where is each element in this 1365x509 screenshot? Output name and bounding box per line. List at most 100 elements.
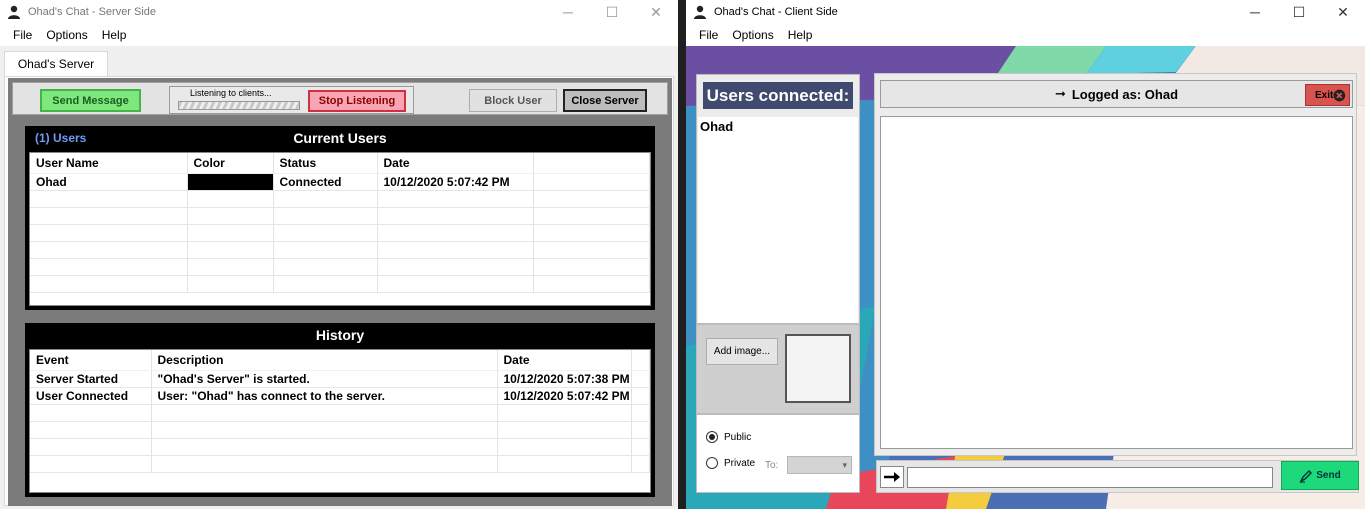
table-row-empty xyxy=(30,275,650,293)
image-preview xyxy=(785,334,851,403)
listening-label: Listening to clients... xyxy=(190,88,272,98)
col-filler xyxy=(533,153,650,174)
server-content: Send Message Listening to clients... Sto… xyxy=(8,78,672,506)
private-radio[interactable]: Private xyxy=(706,457,755,469)
menu-file[interactable]: File xyxy=(6,26,39,44)
history-header: History xyxy=(25,323,655,347)
window-title: Ohad's Chat - Server Side xyxy=(28,6,157,18)
minimize-icon[interactable]: ─ xyxy=(546,0,590,24)
col-event[interactable]: Event xyxy=(30,350,152,371)
add-image-button[interactable]: Add image... xyxy=(706,338,778,365)
current-users-header: (1) Users Current Users xyxy=(25,126,655,150)
user-color-cell xyxy=(187,173,274,191)
col-history-date[interactable]: Date xyxy=(497,350,632,371)
menu-file[interactable]: File xyxy=(692,26,725,44)
menu-help[interactable]: Help xyxy=(781,26,820,44)
users-header-row: User Name Color Status Date xyxy=(30,153,650,174)
close-circle-icon xyxy=(1333,89,1346,101)
listening-progress xyxy=(178,101,300,110)
col-date[interactable]: Date xyxy=(377,153,534,174)
current-users-section: (1) Users Current Users User Name Color … xyxy=(25,126,655,310)
exit-label: Exit xyxy=(1315,89,1334,101)
server-toolbar: Send Message Listening to clients... Sto… xyxy=(12,82,668,115)
tab-strip: Ohad's Server xyxy=(0,46,678,76)
description-cell: "Ohad's Server" is started. xyxy=(151,370,498,388)
block-user-button[interactable]: Block User xyxy=(469,89,557,112)
maximize-icon[interactable]: ☐ xyxy=(590,0,634,24)
users-connected-list[interactable]: Ohad xyxy=(698,117,858,323)
description-cell: User: "Ohad" has connect to the server. xyxy=(151,387,498,405)
user-icon xyxy=(6,4,22,20)
maximize-icon[interactable]: ☐ xyxy=(1277,0,1321,24)
server-titlebar: Ohad's Chat - Server Side ─ ☐ ✕ xyxy=(0,0,678,24)
logged-as-label: Logged as: Ohad xyxy=(1071,86,1179,102)
private-label: Private xyxy=(724,457,756,469)
server-menubar: File Options Help xyxy=(0,24,678,46)
chevron-down-icon: ▾ xyxy=(842,459,847,470)
table-row-empty xyxy=(30,438,650,456)
server-window: Ohad's Chat - Server Side ─ ☐ ✕ File Opt… xyxy=(0,0,678,509)
arrow-right-icon: ➞ xyxy=(1054,86,1066,101)
table-row-empty xyxy=(30,258,650,276)
history-date-cell: 10/12/2020 5:07:38 PM xyxy=(497,370,632,388)
public-label: Public xyxy=(724,431,752,443)
exit-button[interactable]: Exit xyxy=(1305,84,1350,106)
table-row-empty xyxy=(30,207,650,225)
users-count: (1) Users xyxy=(35,131,87,145)
send-message-button[interactable]: Send Message xyxy=(40,89,141,112)
recipient-select[interactable]: ▾ xyxy=(787,456,852,474)
table-row[interactable]: Server Started "Ohad's Server" is starte… xyxy=(30,370,650,388)
table-row[interactable]: Ohad Connected 10/12/2020 5:07:42 PM xyxy=(30,173,650,191)
col-user-name[interactable]: User Name xyxy=(30,153,188,174)
col-description[interactable]: Description xyxy=(151,350,498,371)
users-connected-panel: Users connected: Ohad xyxy=(696,74,860,324)
user-date-cell: 10/12/2020 5:07:42 PM xyxy=(377,173,534,191)
send-button[interactable]: Send xyxy=(1281,461,1359,490)
message-input[interactable] xyxy=(907,467,1273,488)
client-menubar: File Options Help xyxy=(686,24,1365,46)
send-label: Send xyxy=(1316,470,1341,481)
close-icon[interactable]: ✕ xyxy=(1321,0,1365,24)
stop-listening-button[interactable]: Stop Listening xyxy=(308,90,406,112)
close-icon[interactable]: ✕ xyxy=(634,0,678,24)
menu-help[interactable]: Help xyxy=(95,26,134,44)
users-connected-header: Users connected: xyxy=(703,82,853,109)
table-row-empty xyxy=(30,224,650,242)
background-art: Users connected: Ohad Add image... Publi… xyxy=(686,46,1365,509)
minimize-icon[interactable]: ─ xyxy=(1233,0,1277,24)
pen-icon xyxy=(1299,469,1313,483)
menu-options[interactable]: Options xyxy=(725,26,780,44)
user-name-cell: Ohad xyxy=(30,173,188,191)
table-row-empty xyxy=(30,421,650,439)
history-title: History xyxy=(315,327,365,343)
client-window: Ohad's Chat - Client Side ─ ☐ ✕ File Opt… xyxy=(686,0,1365,509)
arrow-right-icon[interactable] xyxy=(880,466,904,488)
user-icon xyxy=(692,4,708,20)
chat-panel: ➞ Logged as: Ohad Exit xyxy=(874,73,1357,456)
col-color[interactable]: Color xyxy=(187,153,274,174)
table-row-empty xyxy=(30,455,650,473)
table-row-empty xyxy=(30,404,650,422)
public-radio[interactable]: Public xyxy=(706,431,751,443)
menu-options[interactable]: Options xyxy=(39,26,94,44)
event-cell: User Connected xyxy=(30,387,152,405)
visibility-panel: Public Private To: ▾ xyxy=(696,414,860,493)
table-row-empty xyxy=(30,241,650,259)
col-status[interactable]: Status xyxy=(273,153,378,174)
logged-as-bar: ➞ Logged as: Ohad Exit xyxy=(880,80,1353,108)
chat-messages-area[interactable] xyxy=(880,116,1353,449)
server-tab-panel: Send Message Listening to clients... Sto… xyxy=(4,76,674,506)
table-row[interactable]: User Connected User: "Ohad" has connect … xyxy=(30,387,650,405)
history-date-cell: 10/12/2020 5:07:42 PM xyxy=(497,387,632,405)
radio-unselected-icon xyxy=(706,457,718,469)
message-input-row: Send xyxy=(876,460,1359,493)
history-section: History Event Description Date Server St… xyxy=(25,323,655,497)
users-table[interactable]: User Name Color Status Date Ohad Connect… xyxy=(29,152,651,306)
to-label: To: xyxy=(765,460,779,471)
tab-server[interactable]: Ohad's Server xyxy=(4,51,108,76)
image-panel: Add image... xyxy=(696,324,860,414)
listening-box: Listening to clients... Stop Listening xyxy=(169,86,414,114)
list-item[interactable]: Ohad xyxy=(698,117,858,136)
history-table[interactable]: Event Description Date Server Started "O… xyxy=(29,349,651,493)
close-server-button[interactable]: Close Server xyxy=(563,89,647,112)
